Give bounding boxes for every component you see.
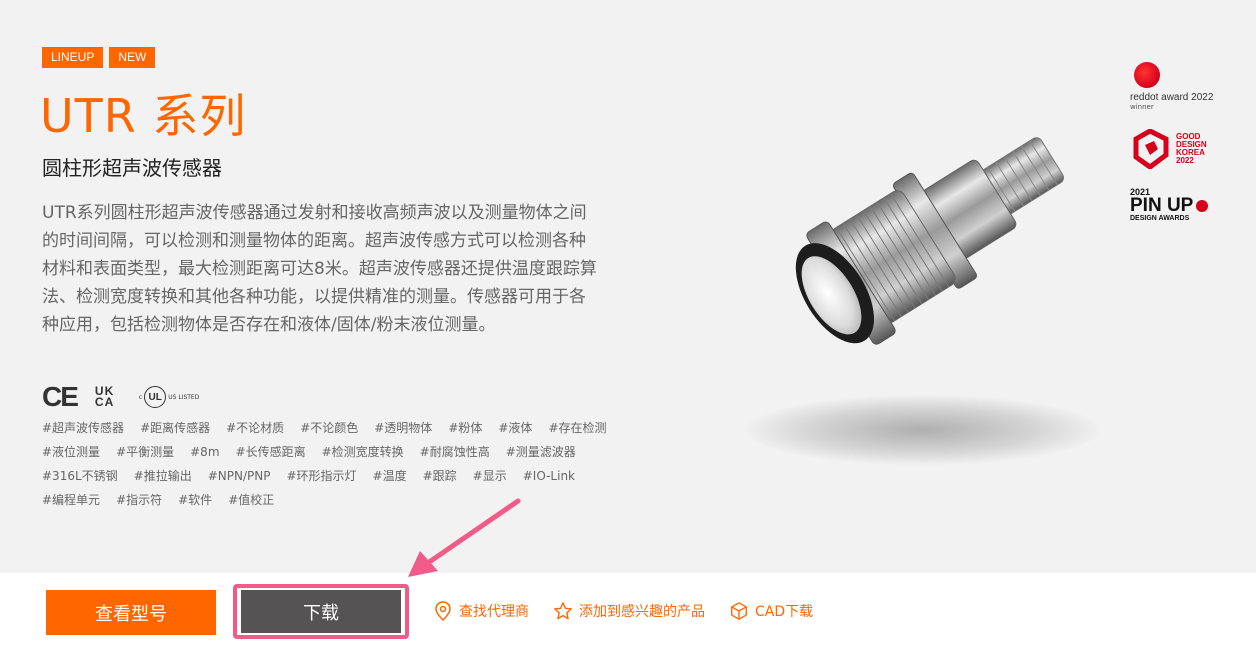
tag-item[interactable]: #距离传感器: [140, 420, 210, 437]
tag-item[interactable]: #长传感距离: [236, 444, 306, 461]
product-title: UTR 系列: [40, 89, 247, 143]
ul-circle: UL: [144, 386, 167, 408]
tag-item[interactable]: #液位测量: [42, 444, 100, 461]
ce-mark-icon: CE: [42, 381, 79, 412]
reddot-award: reddot award 2022 winner: [1130, 62, 1240, 111]
tag-item[interactable]: #超声波传感器: [42, 420, 124, 437]
tag-item[interactable]: #平衡测量: [116, 444, 174, 461]
tag-item[interactable]: #环形指示灯: [286, 468, 356, 485]
tag-item[interactable]: #跟踪: [423, 468, 457, 485]
tag-item[interactable]: #显示: [473, 468, 507, 485]
good-design-text: GOOD DESIGN KOREA 2022: [1176, 133, 1207, 165]
cul-listed-label: US LISTED: [168, 393, 200, 401]
download-button[interactable]: 下载: [241, 590, 401, 633]
certification-marks: CE UK CA c UL US LISTED: [42, 381, 199, 413]
tag-item[interactable]: #软件: [178, 492, 212, 509]
tag-item[interactable]: #检测宽度转换: [322, 444, 404, 461]
tag-item[interactable]: #IO-Link: [523, 468, 575, 485]
tag-item[interactable]: #值校正: [228, 492, 274, 509]
tag-item[interactable]: #不论材质: [226, 420, 284, 437]
hero-section: LINEUP NEW UTR 系列 圆柱形超声波传感器 UTR系列圆柱形超声波传…: [0, 0, 1256, 573]
action-links: 查找代理商 添加到感兴趣的产品 CAD下载: [433, 600, 813, 622]
tag-item[interactable]: #透明物体: [374, 420, 432, 437]
tag-item[interactable]: #编程单元: [42, 492, 100, 509]
awards-panel: reddot award 2022 winner GOOD DESIGN KOR…: [1130, 62, 1240, 240]
pinup-sub: DESIGN AWARDS: [1130, 215, 1190, 222]
tag-item[interactable]: #测量滤波器: [506, 444, 576, 461]
action-bar: 查看型号 下载 查找代理商 添加到感兴趣的产品 CAD下载: [0, 573, 1256, 657]
location-pin-icon: [435, 601, 451, 622]
tag-item[interactable]: #推拉输出: [134, 468, 192, 485]
tag-item[interactable]: #NPN/PNP: [208, 468, 271, 485]
tag-item[interactable]: #不论颜色: [300, 420, 358, 437]
add-favorite-label: 添加到感兴趣的产品: [579, 604, 705, 620]
reddot-title: reddot award 2022: [1130, 92, 1214, 103]
star-icon: [554, 602, 572, 620]
pinup-title: PIN UP: [1130, 195, 1240, 216]
tag-item[interactable]: #粉体: [448, 420, 482, 437]
badge-group: LINEUP NEW: [42, 47, 156, 68]
new-badge: NEW: [109, 47, 156, 68]
product-description: UTR系列圆柱形超声波传感器通过发射和接收高频声波以及测量物体之间的时间间隔，可…: [42, 203, 597, 335]
add-favorite-link[interactable]: 添加到感兴趣的产品: [553, 600, 705, 622]
tag-list: #超声波传感器 #距离传感器 #不论材质 #不论颜色 #透明物体 #粉体 #液体 #存在检测 #…: [42, 420, 622, 509]
ukca-mark-icon: UK CA: [94, 384, 115, 409]
tag-item[interactable]: #存在检测: [548, 420, 606, 437]
cul-listed-icon: c UL US LISTED: [139, 386, 199, 408]
pinup-pin-icon: [1196, 200, 1209, 212]
reddot-logo-icon: [1134, 62, 1160, 88]
pinup-main-text: PIN UP: [1130, 195, 1194, 216]
reddot-sub: winner: [1130, 103, 1154, 111]
cad-download-label: CAD下载: [755, 604, 814, 620]
view-models-button[interactable]: 查看型号: [46, 590, 216, 635]
cad-download-link[interactable]: CAD下载: [729, 600, 813, 622]
cul-c-label: c: [138, 393, 143, 401]
cube-icon: [731, 602, 747, 620]
find-agent-label: 查找代理商: [459, 604, 529, 620]
tag-item[interactable]: #耐腐蚀性高: [420, 444, 490, 461]
lineup-badge: LINEUP: [42, 47, 104, 68]
pinup-award: 2021 PIN UP DESIGN AWARDS: [1130, 187, 1240, 222]
find-agent-link[interactable]: 查找代理商: [433, 600, 529, 622]
tag-item[interactable]: #8m: [190, 444, 219, 461]
tag-item[interactable]: #液体: [498, 420, 532, 437]
product-subtitle: 圆柱形超声波传感器: [42, 156, 222, 180]
tag-item[interactable]: #指示符: [116, 492, 162, 509]
gd-line-4: 2022: [1176, 156, 1194, 165]
tag-item[interactable]: #温度: [373, 468, 407, 485]
good-design-logo-icon: [1133, 129, 1169, 169]
tag-item[interactable]: #316L不锈钢: [42, 468, 118, 485]
ultrasonic-sensor-image: [795, 137, 1065, 345]
good-design-award: GOOD DESIGN KOREA 2022: [1130, 129, 1240, 169]
